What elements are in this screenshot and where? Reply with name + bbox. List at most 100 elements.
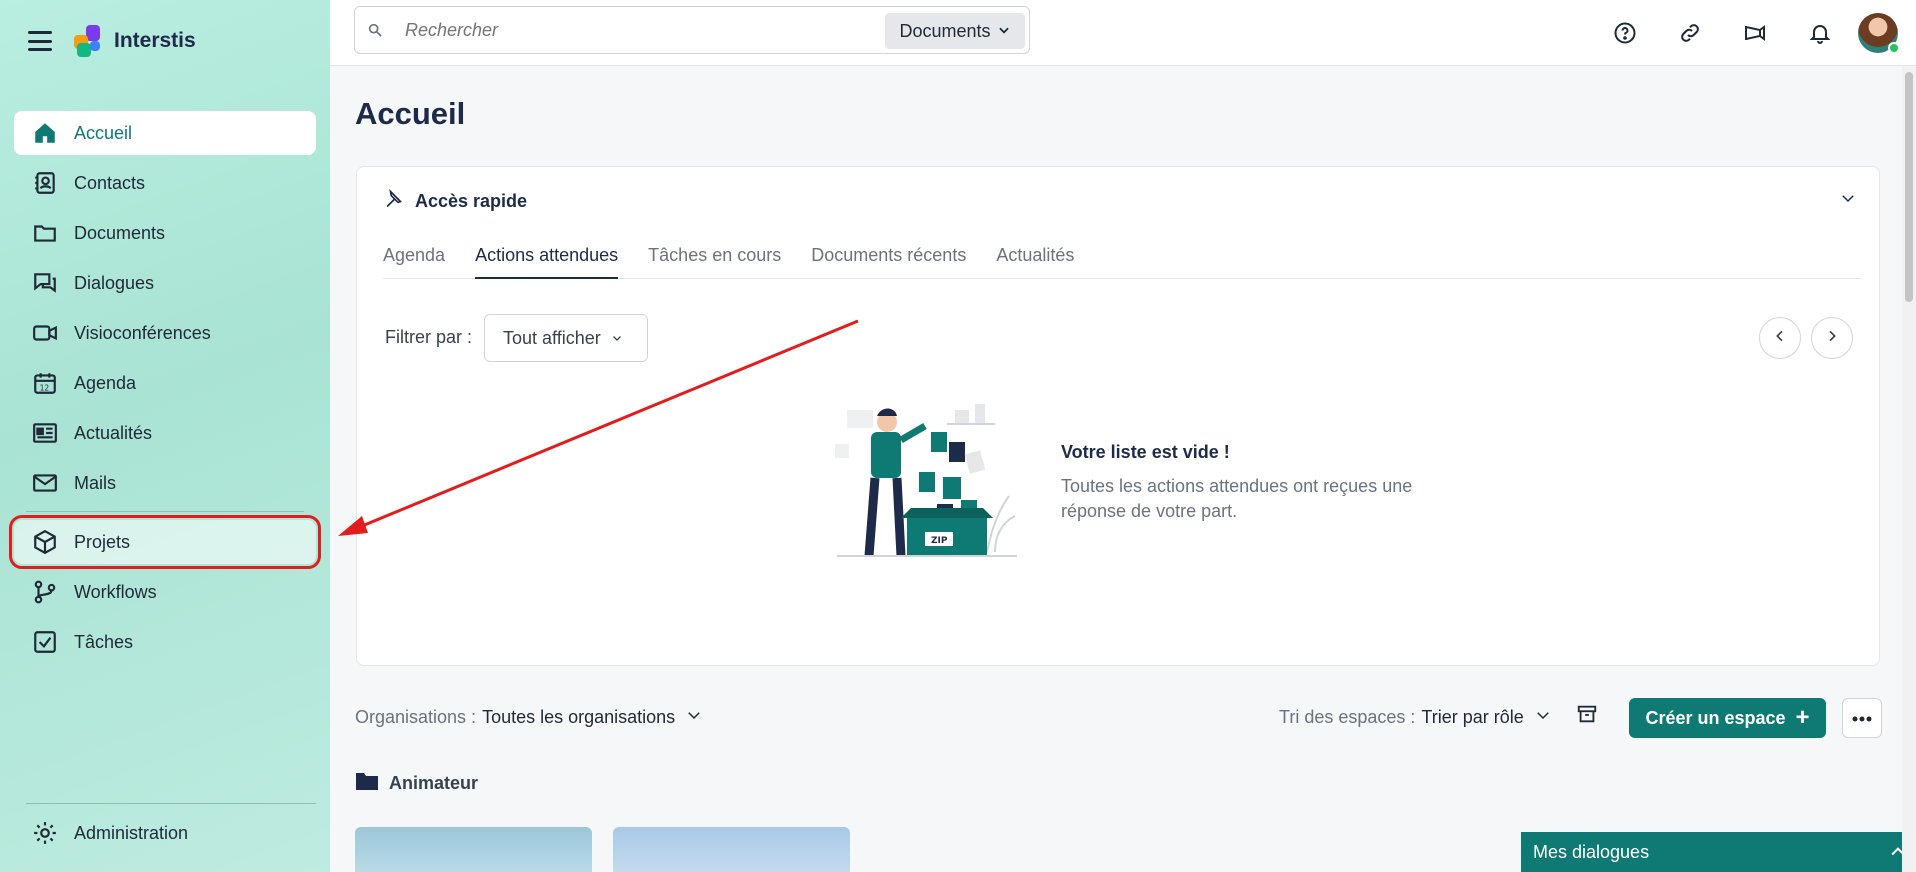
quick-access-tabs: Agenda Actions attendues Tâches en cours…: [383, 233, 1861, 279]
sidebar-item-dialogues[interactable]: Dialogues: [14, 261, 316, 305]
quick-access-card: Accès rapide Agenda Actions attendues Tâ…: [356, 166, 1880, 666]
chevron-down-icon: [611, 328, 623, 349]
sidebar-item-label: Actualités: [74, 422, 153, 443]
tab-taches-en-cours[interactable]: Tâches en cours: [648, 233, 781, 279]
sidebar-item-taches[interactable]: Tâches: [14, 620, 316, 664]
tab-actions-attendues[interactable]: Actions attendues: [475, 233, 619, 279]
contacts-icon: [30, 168, 60, 198]
sidebar-bottom-divider: [26, 803, 316, 804]
sidebar: Interstis Accueil Contacts Documents Dia…: [0, 0, 330, 872]
filter-value: Tout afficher: [503, 327, 601, 348]
home-icon: [30, 118, 60, 148]
search-input[interactable]: [405, 10, 865, 50]
chevron-down-icon: [997, 21, 1011, 42]
topbar-actions: [1592, 8, 1916, 58]
more-options-button[interactable]: [1842, 698, 1882, 738]
nav-divider: [26, 511, 304, 512]
space-card[interactable]: [613, 827, 850, 872]
tab-documents-recents[interactable]: Documents récents: [811, 233, 966, 279]
empty-state-description: Toutes les actions attendues ont reçues …: [1061, 476, 1413, 521]
sort-label: Tri des espaces :: [1279, 707, 1416, 727]
sidebar-item-label: Mails: [74, 472, 117, 493]
sidebar-item-contacts[interactable]: Contacts: [14, 161, 316, 205]
section-animateur: Animateur: [355, 771, 478, 796]
sidebar-nav: Accueil Contacts Documents Dialogues Vis…: [9, 111, 321, 670]
folder-icon: [30, 218, 60, 248]
sidebar-item-accueil[interactable]: Accueil: [14, 111, 316, 155]
hamburger-menu-icon[interactable]: [28, 31, 52, 51]
mail-icon: [30, 468, 60, 498]
ellipsis-icon: [1852, 709, 1872, 727]
quick-access-header: Accès rapide: [383, 188, 527, 214]
link-icon[interactable]: [1657, 8, 1722, 58]
space-card[interactable]: [355, 827, 592, 872]
sidebar-item-projets[interactable]: Projets: [9, 515, 321, 569]
page-title: Accueil: [355, 96, 466, 131]
pin-icon: [383, 188, 403, 214]
create-space-label: Créer un espace: [1645, 707, 1786, 728]
sidebar-item-workflows[interactable]: Workflows: [14, 570, 316, 614]
tab-agenda[interactable]: Agenda: [383, 233, 445, 279]
news-icon: [30, 418, 60, 448]
logo-icon: [74, 25, 106, 57]
sidebar-item-label: Workflows: [74, 581, 157, 602]
sidebar-item-label: Contacts: [74, 172, 146, 193]
chat-icon: [30, 268, 60, 298]
plus-icon: +: [1795, 704, 1810, 731]
space-sort-dropdown[interactable]: Tri des espaces : Trier par rôle: [1279, 706, 1552, 729]
online-status-icon: [1888, 42, 1900, 54]
organisation-value: Toutes les organisations: [482, 707, 676, 727]
previous-page-button[interactable]: [1759, 317, 1801, 359]
sidebar-item-documents[interactable]: Documents: [14, 211, 316, 255]
sidebar-item-label: Accueil: [74, 122, 133, 143]
archive-icon[interactable]: [1576, 703, 1598, 730]
help-icon[interactable]: [1592, 8, 1657, 58]
svg-text:12: 12: [40, 384, 50, 393]
sidebar-item-visioconferences[interactable]: Visioconférences: [14, 311, 316, 355]
chevron-down-icon: [1534, 706, 1552, 729]
empty-state-title: Votre liste est vide !: [1061, 442, 1230, 462]
sidebar-item-label: Projets: [74, 531, 131, 552]
megaphone-icon[interactable]: [1722, 8, 1787, 58]
my-dialogs-label: Mes dialogues: [1533, 841, 1650, 862]
chevron-right-icon: [1824, 328, 1840, 349]
sidebar-item-label: Visioconférences: [74, 322, 211, 343]
cube-icon: [30, 527, 60, 557]
avatar[interactable]: [1858, 13, 1900, 54]
sidebar-item-label: Agenda: [74, 372, 137, 393]
brand-name: Interstis: [114, 29, 196, 52]
search-icon: [355, 22, 395, 38]
next-page-button[interactable]: [1811, 317, 1853, 359]
folder-icon: [355, 771, 379, 796]
empty-state-illustration: ZIP: [827, 382, 1027, 582]
chevron-down-icon: [685, 706, 703, 729]
organisation-filter[interactable]: Organisations : Toutes les organisations: [355, 706, 703, 729]
calendar-icon: 12: [30, 368, 60, 398]
filter-dropdown[interactable]: Tout afficher: [484, 314, 648, 362]
topbar: Documents: [330, 0, 1916, 66]
sort-value: Trier par rôle: [1421, 707, 1524, 727]
search-scope-dropdown[interactable]: Documents: [885, 13, 1025, 49]
search-bar: Documents: [354, 6, 1030, 54]
sidebar-item-mails[interactable]: Mails: [14, 461, 316, 505]
create-space-button[interactable]: Créer un espace +: [1629, 698, 1826, 738]
search-scope-label: Documents: [899, 20, 991, 41]
scrollbar-thumb[interactable]: [1905, 72, 1913, 302]
sidebar-item-label: Documents: [74, 222, 166, 243]
my-dialogs-bar[interactable]: Mes dialogues: [1521, 832, 1916, 872]
sidebar-item-actualites[interactable]: Actualités: [14, 411, 316, 455]
gear-icon: [30, 818, 60, 848]
sidebar-item-administration[interactable]: Administration: [14, 811, 316, 855]
tab-actualites[interactable]: Actualités: [996, 233, 1074, 279]
organisation-label: Organisations :: [355, 707, 477, 727]
sidebar-item-agenda[interactable]: 12 Agenda: [14, 361, 316, 405]
chevron-down-icon[interactable]: [1839, 189, 1857, 212]
scrollbar[interactable]: [1902, 66, 1916, 872]
video-icon: [30, 318, 60, 348]
checkbox-icon: [30, 627, 60, 657]
bell-icon[interactable]: [1787, 8, 1852, 58]
sidebar-item-label: Dialogues: [74, 272, 155, 293]
brand: Interstis: [28, 24, 196, 58]
chevron-left-icon: [1772, 328, 1788, 349]
zip-label: ZIP: [931, 536, 948, 546]
